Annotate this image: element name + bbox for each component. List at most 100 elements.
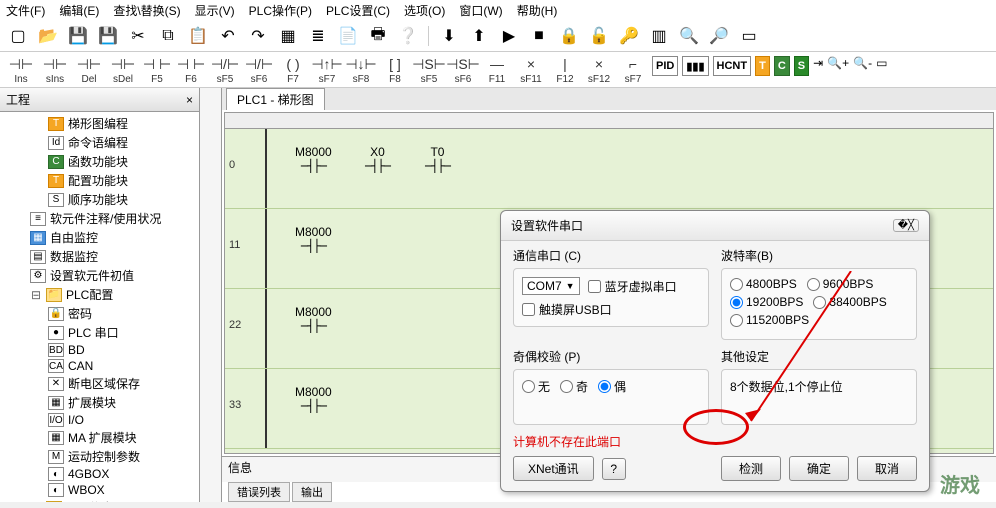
run-icon[interactable]: ▶	[497, 24, 521, 48]
ladder-rung[interactable]: 0M8000─┤├─X0─┤├─T0─┤├─	[225, 129, 993, 209]
info-tab[interactable]: 错误列表	[228, 482, 290, 502]
ladder-tool-sF11[interactable]: ×sF11	[516, 54, 546, 85]
paste-icon[interactable]: 📋	[186, 24, 210, 48]
menu-item[interactable]: 文件(F)	[6, 2, 45, 19]
open-icon[interactable]: 📂	[36, 24, 60, 48]
tree-item[interactable]: T梯形图编程	[0, 114, 199, 133]
ok-button[interactable]: 确定	[789, 456, 849, 481]
tree-expand-icon[interactable]: ⊟	[30, 288, 42, 302]
xnet-comm-button[interactable]: XNet通讯	[513, 456, 594, 481]
upload-green-icon[interactable]: ⬆	[467, 24, 491, 48]
ladder-tool-sF7[interactable]: ⌐sF7	[618, 54, 648, 85]
baud-radio-38400BPS[interactable]: 38400BPS	[813, 295, 886, 309]
tree-item[interactable]: ●PLC 串口	[0, 323, 199, 342]
print-icon[interactable]: 🖶	[366, 24, 390, 48]
tree-item[interactable]: ✕断电区域保存	[0, 374, 199, 393]
ladder-tool-sF5[interactable]: ⊣S⊢sF5	[414, 54, 444, 85]
tree-item[interactable]: Id命令语编程	[0, 133, 199, 152]
tree-item[interactable]: ◐WBOX	[0, 482, 199, 498]
com-port-combo[interactable]: COM7 ▼	[522, 277, 580, 295]
ladder-block-HCNT[interactable]: HCNT	[713, 56, 752, 76]
ladder-contact[interactable]: M8000─┤├─	[295, 225, 332, 253]
ladder-block-PID[interactable]: PID	[652, 56, 678, 76]
dialog-close-icon[interactable]: �╳	[893, 219, 919, 232]
ladder-tool-sF5[interactable]: ⊣/⊢sF5	[210, 54, 240, 85]
zoom-tool-1[interactable]: 🔍+	[827, 56, 849, 70]
list-icon[interactable]: ≣	[306, 24, 330, 48]
parity-radio-偶[interactable]: 偶	[598, 378, 626, 395]
menu-item[interactable]: 选项(O)	[404, 2, 445, 19]
zoom-out-icon[interactable]: 🔎	[707, 24, 731, 48]
ladder-tool-sDel[interactable]: ⊣⊢sDel	[108, 54, 138, 85]
tree-item[interactable]: T配置功能块	[0, 171, 199, 190]
baud-radio-9600BPS[interactable]: 9600BPS	[807, 277, 874, 291]
close-icon[interactable]: ×	[186, 93, 193, 107]
ladder-block-S[interactable]: S	[794, 56, 809, 76]
ladder-tool-sF8[interactable]: ⊣↓⊢sF8	[346, 54, 376, 85]
parity-radio-无[interactable]: 无	[522, 378, 550, 395]
menu-item[interactable]: 编辑(E)	[59, 2, 99, 19]
ladder-contact[interactable]: X0─┤├─	[365, 145, 390, 173]
menu-item[interactable]: PLC设置(C)	[326, 2, 390, 19]
ladder-tool-Del[interactable]: ⊣⊢Del	[74, 54, 104, 85]
ladder-block-C[interactable]: C	[774, 56, 790, 76]
parity-radio-奇[interactable]: 奇	[560, 378, 588, 395]
ladder-block-T[interactable]: T	[755, 56, 770, 76]
tree-item[interactable]: BDBD	[0, 342, 199, 358]
redo-icon[interactable]: ↷	[246, 24, 270, 48]
lock-open-icon[interactable]: 🔓	[587, 24, 611, 48]
touch-usb-checkbox[interactable]: 触摸屏USB口	[522, 301, 700, 318]
dialog-title-bar[interactable]: 设置软件串口 �╳	[501, 211, 929, 241]
ladder-contact[interactable]: T0─┤├─	[425, 145, 450, 173]
tree-item[interactable]: ▦自由监控	[0, 228, 199, 247]
new-file-icon[interactable]: ▢	[6, 24, 30, 48]
ladder-tool-F5[interactable]: ⊣ ⊢F5	[142, 54, 172, 85]
zoom-tool-3[interactable]: ▭	[876, 56, 887, 70]
project-tree[interactable]: T梯形图编程Id命令语编程C函数功能块T配置功能块S顺序功能块≡软元件注释/使用…	[0, 112, 199, 502]
tree-item[interactable]: ▤数据监控	[0, 247, 199, 266]
cancel-button[interactable]: 取消	[857, 456, 917, 481]
grid-icon[interactable]: ▦	[276, 24, 300, 48]
tree-item[interactable]: ⊟📁PLC信息	[0, 498, 199, 502]
tree-item[interactable]: ▦MA 扩展模块	[0, 428, 199, 447]
save-all-icon[interactable]: 💾	[96, 24, 120, 48]
ladder-tool-sF12[interactable]: ×sF12	[584, 54, 614, 85]
tree-item[interactable]: ⊟📁PLC配置	[0, 285, 199, 304]
tree-expand-icon[interactable]: ⊟	[30, 501, 42, 503]
cut-icon[interactable]: ✂	[126, 24, 150, 48]
ladder-tool-F11[interactable]: —F11	[482, 54, 512, 85]
menu-item[interactable]: 窗口(W)	[459, 2, 502, 19]
ladder-tool-Ins[interactable]: ⊣⊢Ins	[6, 54, 36, 85]
tree-item[interactable]: ▦扩展模块	[0, 393, 199, 412]
ladder-tool-F6[interactable]: ⊣ ⊢F6	[176, 54, 206, 85]
tree-item[interactable]: ◐4GBOX	[0, 466, 199, 482]
undo-icon[interactable]: ↶	[216, 24, 240, 48]
zoom-in-icon[interactable]: 🔍	[677, 24, 701, 48]
ladder-block-▮▮▮[interactable]: ▮▮▮	[682, 56, 708, 76]
tree-item[interactable]: CACAN	[0, 358, 199, 374]
zoom-tool-2[interactable]: 🔍-	[853, 56, 872, 70]
stop-icon[interactable]: ■	[527, 24, 551, 48]
help-icon[interactable]: ❔	[396, 24, 420, 48]
ladder-contact[interactable]: M8000─┤├─	[295, 385, 332, 413]
lock-icon[interactable]: 🔒	[557, 24, 581, 48]
copy-icon[interactable]: ⧉	[156, 24, 180, 48]
tree-item[interactable]: ≡软元件注释/使用状况	[0, 209, 199, 228]
zoom-tool-0[interactable]: ⇥	[813, 56, 823, 70]
detect-button[interactable]: 检测	[721, 456, 781, 481]
baud-radio-115200BPS[interactable]: 115200BPS	[730, 313, 809, 327]
ladder-tool-F7[interactable]: ( )F7	[278, 54, 308, 85]
help-button[interactable]: ?	[602, 458, 626, 480]
ladder-tool-sF6[interactable]: ⊣/⊢sF6	[244, 54, 274, 85]
tree-item[interactable]: I/OI/O	[0, 412, 199, 428]
tree-item[interactable]: C函数功能块	[0, 152, 199, 171]
ladder-contact[interactable]: M8000─┤├─	[295, 145, 332, 173]
tree-item[interactable]: M运动控制参数	[0, 447, 199, 466]
ladder-tool-F12[interactable]: |F12	[550, 54, 580, 85]
menu-item[interactable]: 显示(V)	[195, 2, 235, 19]
ladder-tool-sF7[interactable]: ⊣↑⊢sF7	[312, 54, 342, 85]
menu-item[interactable]: 查找\替换(S)	[113, 2, 180, 19]
ladder-tool-sF6[interactable]: ⊣S⊢sF6	[448, 54, 478, 85]
save-icon[interactable]: 💾	[66, 24, 90, 48]
doc-icon[interactable]: 📄	[336, 24, 360, 48]
